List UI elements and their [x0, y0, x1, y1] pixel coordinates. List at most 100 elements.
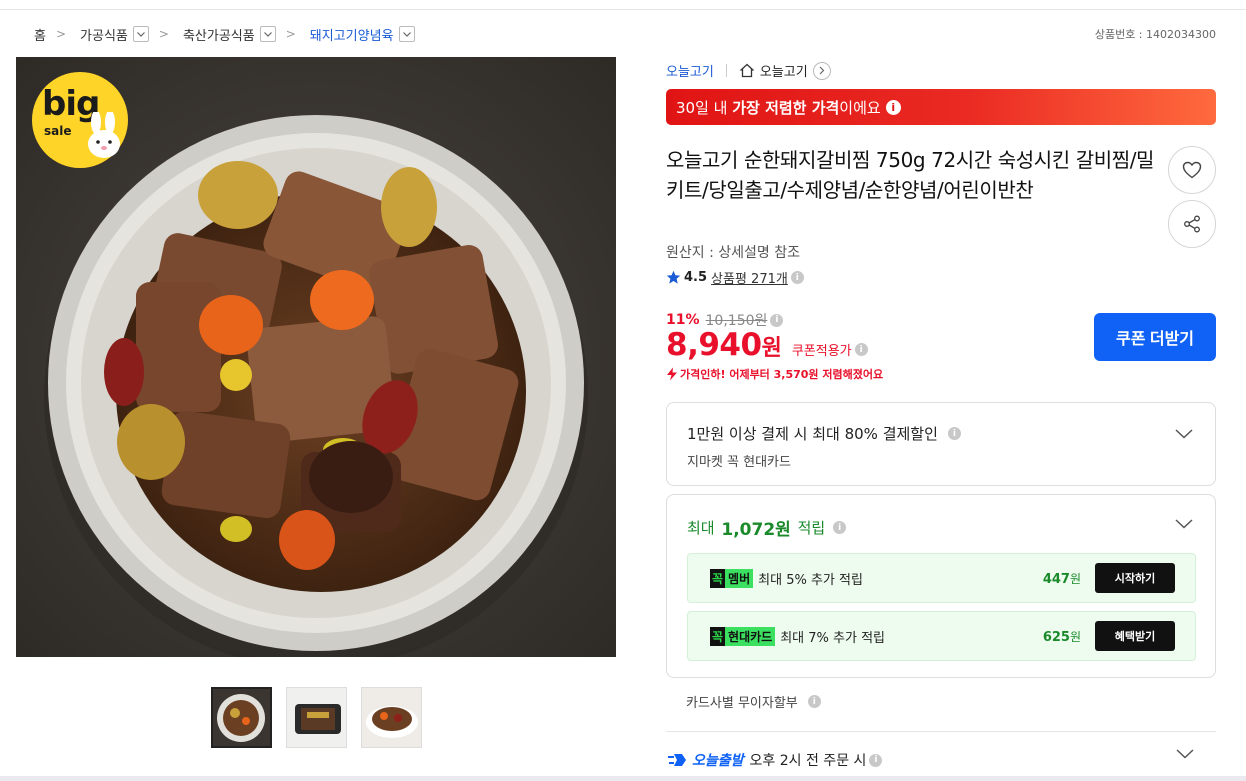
tag-name: 현대카드: [725, 626, 776, 646]
price-unit: 원: [761, 336, 782, 361]
price-drop-text: 가격인하! 어제부터 3,570원 저렴해졌어요: [680, 368, 884, 381]
star-icon: [666, 270, 681, 284]
member-tag: 꼭 멤버: [710, 568, 754, 588]
get-more-coupons-button[interactable]: 쿠폰 더받기: [1094, 313, 1216, 361]
reward-points-unit: 원: [1069, 571, 1081, 586]
heart-icon: [1182, 161, 1202, 179]
reward-points-unit: 원: [1069, 629, 1081, 644]
reward-points: 447원: [1043, 570, 1081, 587]
thumbnail-2[interactable]: [286, 687, 347, 748]
reward-desc: 최대 7% 추가 적립: [780, 630, 885, 646]
start-member-button[interactable]: 시작하기: [1095, 563, 1175, 593]
store-row: 오늘고기 오늘고기: [666, 61, 831, 80]
big-sale-badge: big sale: [32, 72, 128, 168]
reward-row-card: 꼭 현대카드 최대 7% 추가 적립 625원 혜택받기: [687, 611, 1196, 661]
tag-name: 멤버: [725, 568, 754, 588]
current-price-row: 8,940 원 쿠폰적용가 i: [666, 327, 868, 363]
card-tag: 꼭 현대카드: [710, 626, 776, 646]
info-icon[interactable]: i: [770, 313, 784, 327]
bottom-scroll-edge: [0, 776, 1246, 781]
breadcrumb-item-processed-food[interactable]: 가공식품: [80, 25, 149, 44]
thumbnail-3[interactable]: [361, 687, 422, 748]
info-icon[interactable]: i: [790, 271, 804, 284]
rabbit-icon: [88, 112, 120, 158]
info-icon[interactable]: i: [833, 521, 847, 534]
reward-points-value: 625: [1042, 629, 1070, 645]
reward-points: 625원: [1043, 628, 1081, 645]
points-amount: 1,072원: [721, 520, 791, 540]
promo-suffix: 이에요: [839, 98, 881, 117]
breadcrumb-item-livestock[interactable]: 축산가공식품: [183, 25, 276, 44]
delivery-truck-icon: [668, 754, 686, 766]
chevron-right-icon[interactable]: [812, 61, 831, 80]
payment-discount-card[interactable]: 1만원 이상 결제 시 최대 80% 결제할인 i 지마켓 꼭 현대카드: [666, 402, 1216, 486]
breadcrumb-label[interactable]: 축산가공식품: [183, 25, 255, 44]
promo-bold: 가장 저렴한 가격: [732, 98, 840, 117]
get-benefit-button[interactable]: 혜택받기: [1095, 621, 1175, 651]
badge-sale-text: sale: [44, 124, 72, 138]
breadcrumb-current-label[interactable]: 돼지고기양념육: [310, 25, 394, 44]
lowest-price-banner: 30일 내 가장 저렴한 가격 이에요 i: [666, 89, 1216, 125]
info-icon[interactable]: i: [807, 695, 821, 708]
points-title-row: 최대 1,072원 적립 i: [687, 515, 847, 540]
reward-desc: 최대 5% 추가 적립: [758, 572, 863, 588]
breadcrumb-item-current[interactable]: 돼지고기양념육: [310, 25, 415, 44]
payment-discount-title-row: 1만원 이상 결제 시 최대 80% 결제할인 i: [687, 423, 961, 444]
payment-discount-sub: 지마켓 꼭 현대카드: [687, 455, 791, 470]
product-title: 오늘고기 순한돼지갈비찜 750g 72시간 숙성시킨 갈비찜/밀키트/당일출고…: [666, 148, 1155, 202]
shipping-row[interactable]: 오늘출발 오후 2시 전 주문 시 i: [668, 750, 883, 770]
breadcrumb-home[interactable]: 홈: [34, 25, 46, 44]
thumbnail-1[interactable]: [211, 687, 272, 748]
divider: [725, 64, 727, 77]
home-icon: [739, 63, 755, 78]
promo-prefix: 30일 내: [676, 98, 728, 117]
info-icon[interactable]: i: [885, 99, 901, 115]
thumbnail-strip: [211, 687, 422, 748]
chevron-down-icon[interactable]: [259, 26, 276, 42]
rating-score: 4.5: [684, 270, 708, 285]
coupon-price-label: 쿠폰적용가 i: [792, 340, 868, 359]
chevron-down-icon[interactable]: [1176, 749, 1194, 759]
points-prefix: 최대: [687, 519, 715, 537]
origin-text: 원산지 : 상세설명 참조: [666, 245, 800, 261]
shipping-cutoff-text: 오후 2시 전 주문 시: [749, 753, 867, 769]
breadcrumb-separator-icon: >: [158, 27, 169, 41]
installment-row: 카드사별 무이자할부 i: [686, 692, 821, 711]
breadcrumb-home-label[interactable]: 홈: [34, 25, 46, 44]
wishlist-button[interactable]: [1168, 146, 1216, 194]
breadcrumb-separator-icon: >: [285, 27, 296, 41]
breadcrumb-label[interactable]: 가공식품: [80, 25, 128, 44]
reward-row-member: 꼭 멤버 최대 5% 추가 적립 447원 시작하기: [687, 553, 1196, 603]
divider: [666, 731, 1216, 732]
lightning-icon: [667, 367, 677, 381]
chevron-down-icon[interactable]: [398, 26, 415, 42]
chevron-down-icon[interactable]: [1175, 429, 1193, 439]
tag-k: 꼭: [710, 626, 726, 646]
discount-rate: 11%: [666, 312, 700, 328]
info-icon[interactable]: i: [854, 343, 868, 356]
chevron-down-icon[interactable]: [1175, 519, 1193, 529]
payment-discount-title: 1만원 이상 결제 시 최대 80% 결제할인: [687, 425, 938, 443]
chevron-down-icon[interactable]: [132, 26, 149, 42]
price-drop-note: 가격인하! 어제부터 3,570원 저렴해졌어요: [666, 366, 883, 382]
reviews-link[interactable]: 상품평 271개: [711, 268, 788, 287]
shop-link[interactable]: 오늘고기: [760, 61, 808, 80]
rating-row: 4.5 상품평 271개 i: [666, 268, 804, 287]
same-day-brand: 오늘출발: [692, 753, 744, 769]
share-button[interactable]: [1168, 200, 1216, 248]
current-price: 8,940: [666, 327, 762, 363]
coupon-price-label-text: 쿠폰적용가: [791, 344, 852, 359]
points-card: 최대 1,072원 적립 i 꼭 멤버 최대 5% 추가 적립 447원 시작하기…: [666, 494, 1216, 678]
share-icon: [1184, 215, 1200, 233]
tag-k: 꼭: [710, 568, 726, 588]
installment-text: 카드사별 무이자할부: [686, 696, 798, 711]
info-icon[interactable]: i: [869, 753, 883, 767]
top-divider: [0, 9, 1246, 10]
breadcrumb-separator-icon: >: [55, 27, 67, 41]
breadcrumb: 홈 > 가공식품 > 축산가공식품 > 돼지고기양념육: [34, 24, 415, 44]
points-suffix: 적립: [797, 519, 826, 537]
product-number: 상품번호 : 1402034300: [1094, 28, 1216, 41]
info-icon[interactable]: i: [947, 427, 961, 440]
reward-points-value: 447: [1042, 571, 1070, 587]
brand-link[interactable]: 오늘고기: [666, 61, 714, 80]
